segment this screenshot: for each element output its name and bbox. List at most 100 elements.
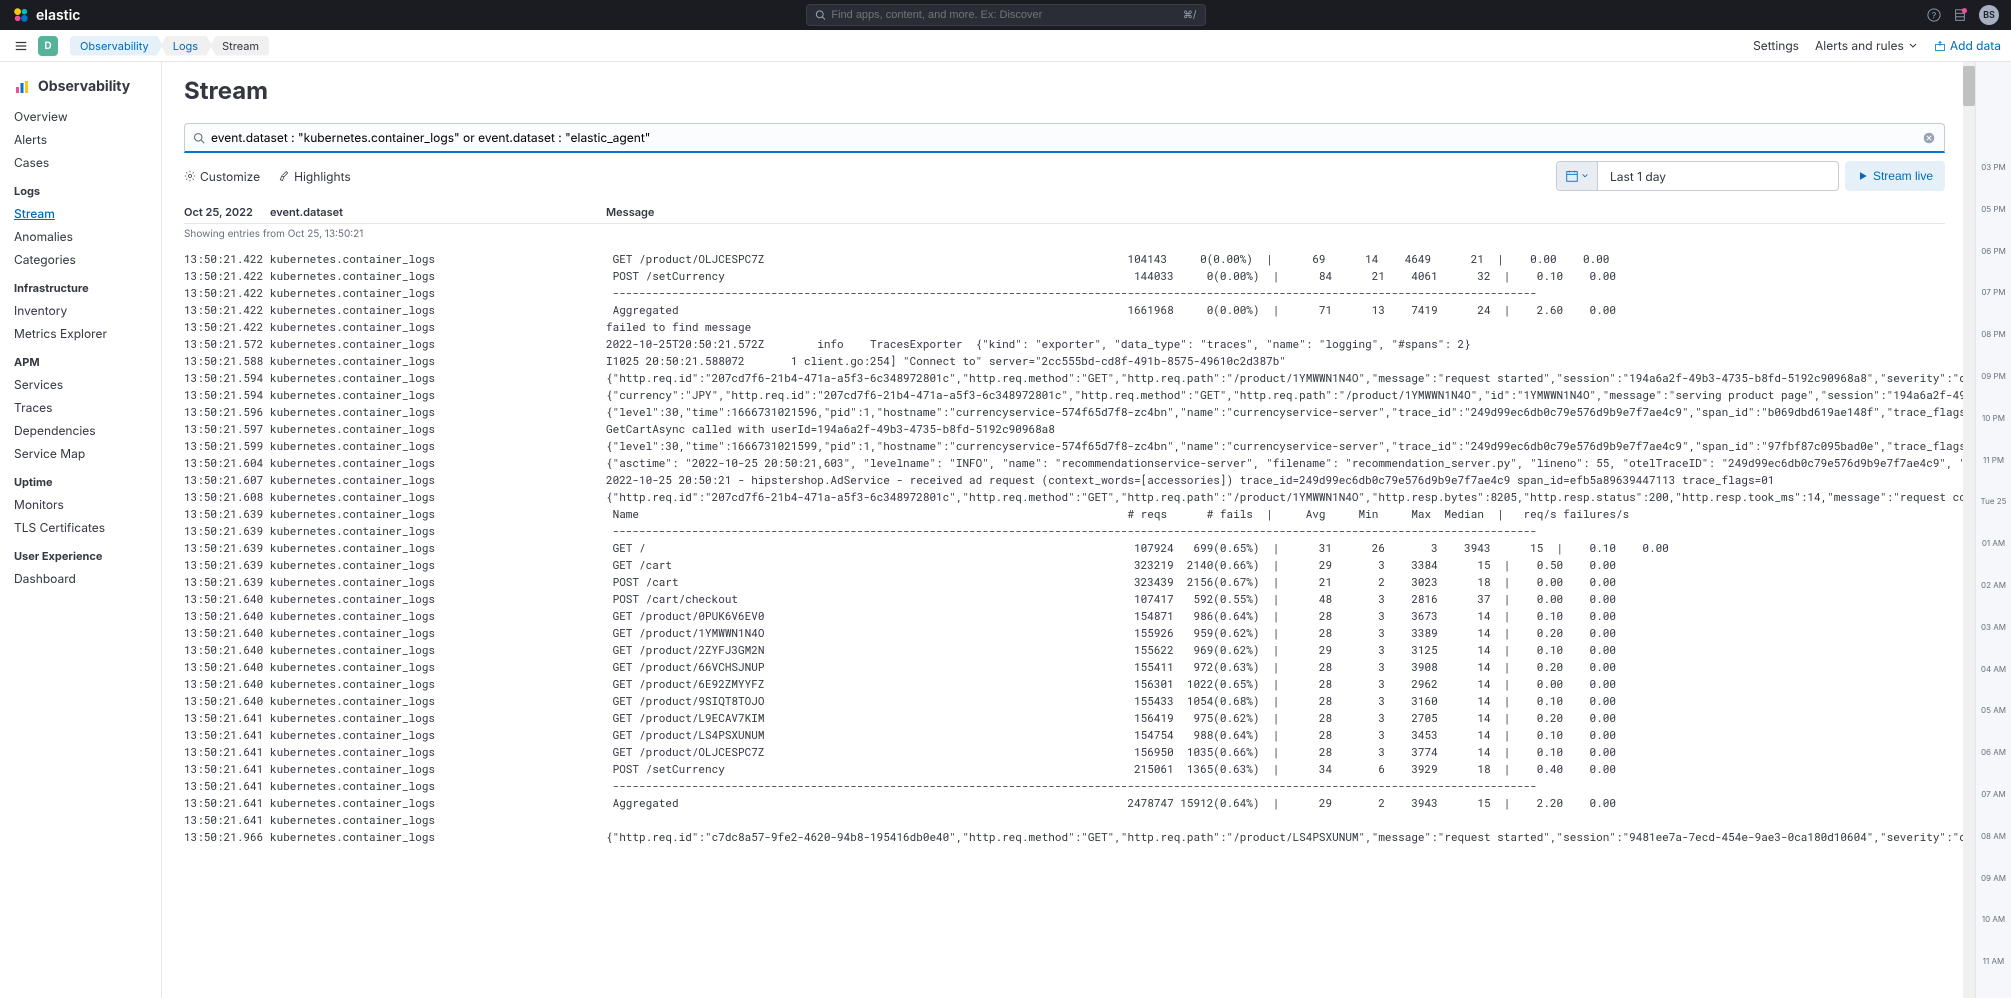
vertical-scrollbar[interactable] (1963, 62, 1975, 998)
log-row[interactable]: 13:50:21.641kubernetes.container_logs --… (184, 777, 1963, 794)
log-row[interactable]: 13:50:21.640kubernetes.container_logs GE… (184, 692, 1963, 709)
log-row[interactable]: 13:50:21.966kubernetes.container_logs{"h… (184, 828, 1963, 845)
log-row[interactable]: 13:50:21.640kubernetes.container_logs GE… (184, 607, 1963, 624)
brand-logo[interactable]: elastic (12, 6, 80, 24)
log-row[interactable]: 13:50:21.422kubernetes.container_logs Ag… (184, 301, 1963, 318)
sidebar-item-overview[interactable]: Overview (0, 105, 161, 128)
log-row[interactable]: 13:50:21.422kubernetes.container_logs GE… (184, 250, 1963, 267)
column-header-message[interactable]: Message (606, 205, 1945, 219)
log-row[interactable]: 13:50:21.640kubernetes.container_logs GE… (184, 675, 1963, 692)
column-header-dataset[interactable]: event.dataset (270, 205, 606, 219)
log-row[interactable]: 13:50:21.640kubernetes.container_logs GE… (184, 658, 1963, 675)
minimap-tick[interactable]: 03 PM (1976, 162, 2011, 204)
newsfeed-icon[interactable] (1953, 8, 1967, 22)
minimap-tick[interactable]: 07 AM (1976, 789, 2011, 831)
log-row[interactable]: 13:50:21.639kubernetes.container_logs --… (184, 522, 1963, 539)
minimap-rail[interactable]: 03 PM05 PM06 PM07 PM08 PM09 PM10 PM11 PM… (1975, 62, 2011, 998)
log-row[interactable]: 13:50:21.641kubernetes.container_logs (184, 811, 1963, 828)
minimap-tick[interactable]: 08 PM (1976, 329, 2011, 371)
minimap-tick[interactable]: 10 AM (1976, 914, 2011, 956)
sidebar-item-monitors[interactable]: Monitors (0, 493, 161, 516)
sidebar-item-services[interactable]: Services (0, 373, 161, 396)
log-row[interactable]: 13:50:21.639kubernetes.container_logs GE… (184, 556, 1963, 573)
sidebar-item-alerts[interactable]: Alerts (0, 128, 161, 151)
log-row[interactable]: 13:50:21.422kubernetes.container_logs PO… (184, 267, 1963, 284)
log-row[interactable]: 13:50:21.641kubernetes.container_logs Ag… (184, 794, 1963, 811)
minimap-tick[interactable]: 09 PM (1976, 371, 2011, 413)
date-quick-select[interactable] (1557, 162, 1598, 190)
minimap-tick[interactable]: 10 PM (1976, 413, 2011, 455)
log-row[interactable]: 13:50:21.594kubernetes.container_logs{"c… (184, 386, 1963, 403)
menu-toggle[interactable] (10, 35, 32, 57)
settings-link[interactable]: Settings (1753, 38, 1799, 53)
space-selector[interactable]: D (38, 36, 58, 56)
minimap-tick[interactable]: 03 AM (1976, 622, 2011, 664)
log-row[interactable]: 13:50:21.641kubernetes.container_logs GE… (184, 743, 1963, 760)
log-row[interactable]: 13:50:21.639kubernetes.container_logs GE… (184, 539, 1963, 556)
minimap-tick[interactable]: 02 AM (1976, 580, 2011, 622)
minimap-tick[interactable]: 05 PM (1976, 204, 2011, 246)
query-input[interactable] (205, 130, 1922, 145)
log-row[interactable]: 13:50:21.604kubernetes.container_logs{"a… (184, 454, 1963, 471)
log-row[interactable]: 13:50:21.640kubernetes.container_logs GE… (184, 641, 1963, 658)
minimap-tick[interactable]: 11 PM (1976, 455, 2011, 497)
help-icon[interactable]: ? (1927, 8, 1941, 22)
sidebar-item-dependencies[interactable]: Dependencies (0, 419, 161, 442)
user-avatar[interactable]: BS (1979, 5, 1999, 25)
log-row[interactable]: 13:50:21.639kubernetes.container_logs PO… (184, 573, 1963, 590)
sidebar-item-inventory[interactable]: Inventory (0, 299, 161, 322)
minimap-tick[interactable]: 01 AM (1976, 538, 2011, 580)
minimap-tick[interactable]: 06 PM (1976, 246, 2011, 288)
global-search[interactable]: ⌘/ (806, 4, 1206, 26)
global-search-input[interactable] (831, 9, 1177, 21)
log-row[interactable]: 13:50:21.572kubernetes.container_logs202… (184, 335, 1963, 352)
log-row[interactable]: 13:50:21.422kubernetes.container_logs --… (184, 284, 1963, 301)
log-row[interactable]: 13:50:21.641kubernetes.container_logs PO… (184, 760, 1963, 777)
sidebar-title[interactable]: Observability (0, 74, 161, 105)
sidebar-item-tls-certificates[interactable]: TLS Certificates (0, 516, 161, 539)
sidebar-item-categories[interactable]: Categories (0, 248, 161, 271)
alerts-rules-link[interactable]: Alerts and rules (1815, 38, 1918, 53)
date-picker[interactable]: Last 1 day (1556, 161, 1839, 191)
stream-live-button[interactable]: Stream live (1845, 161, 1945, 191)
minimap-tick[interactable]: 09 AM (1976, 873, 2011, 915)
breadcrumb-observability[interactable]: Observability (70, 36, 163, 56)
minimap-tick[interactable]: 05 AM (1976, 705, 2011, 747)
clear-query[interactable] (1922, 131, 1936, 145)
sidebar-item-anomalies[interactable]: Anomalies (0, 225, 161, 248)
log-row[interactable]: 13:50:21.640kubernetes.container_logs GE… (184, 624, 1963, 641)
scrollbar-thumb[interactable] (1963, 66, 1975, 106)
minimap-tick[interactable]: 11 AM (1976, 956, 2011, 998)
log-row[interactable]: 13:50:21.596kubernetes.container_logs{"l… (184, 403, 1963, 420)
log-rows[interactable]: 13:50:21.422kubernetes.container_logs GE… (184, 250, 1963, 998)
log-row[interactable]: 13:50:21.588kubernetes.container_logsI10… (184, 352, 1963, 369)
query-bar[interactable] (184, 123, 1945, 153)
sidebar-item-traces[interactable]: Traces (0, 396, 161, 419)
sidebar-item-cases[interactable]: Cases (0, 151, 161, 174)
customize-button[interactable]: Customize (184, 169, 260, 184)
minimap-tick[interactable]: Tue 25 (1976, 496, 2011, 538)
log-row[interactable]: 13:50:21.597kubernetes.container_logsGet… (184, 420, 1963, 437)
column-header-time[interactable]: Oct 25, 2022 (184, 205, 270, 219)
breadcrumb-logs[interactable]: Logs (161, 36, 212, 56)
sidebar-item-metrics-explorer[interactable]: Metrics Explorer (0, 322, 161, 345)
sidebar-item-dashboard[interactable]: Dashboard (0, 567, 161, 590)
date-range-text[interactable]: Last 1 day (1598, 169, 1838, 184)
log-row[interactable]: 13:50:21.639kubernetes.container_logs Na… (184, 505, 1963, 522)
sidebar-item-stream[interactable]: Stream (0, 202, 161, 225)
log-row[interactable]: 13:50:21.607kubernetes.container_logs202… (184, 471, 1963, 488)
highlights-button[interactable]: Highlights (278, 169, 351, 184)
log-row[interactable]: 13:50:21.594kubernetes.container_logs{"h… (184, 369, 1963, 386)
log-row[interactable]: 13:50:21.640kubernetes.container_logs PO… (184, 590, 1963, 607)
log-row[interactable]: 13:50:21.422kubernetes.container_logsfai… (184, 318, 1963, 335)
log-row[interactable]: 13:50:21.641kubernetes.container_logs GE… (184, 709, 1963, 726)
log-row[interactable]: 13:50:21.608kubernetes.container_logs{"h… (184, 488, 1963, 505)
log-row[interactable]: 13:50:21.599kubernetes.container_logs{"l… (184, 437, 1963, 454)
add-data-link[interactable]: Add data (1934, 38, 2001, 53)
sidebar-item-service-map[interactable]: Service Map (0, 442, 161, 465)
log-row[interactable]: 13:50:21.641kubernetes.container_logs GE… (184, 726, 1963, 743)
minimap-tick[interactable]: 06 AM (1976, 747, 2011, 789)
minimap-tick[interactable]: 07 PM (1976, 287, 2011, 329)
minimap-tick[interactable]: 04 AM (1976, 664, 2011, 706)
minimap-tick[interactable]: 08 AM (1976, 831, 2011, 873)
